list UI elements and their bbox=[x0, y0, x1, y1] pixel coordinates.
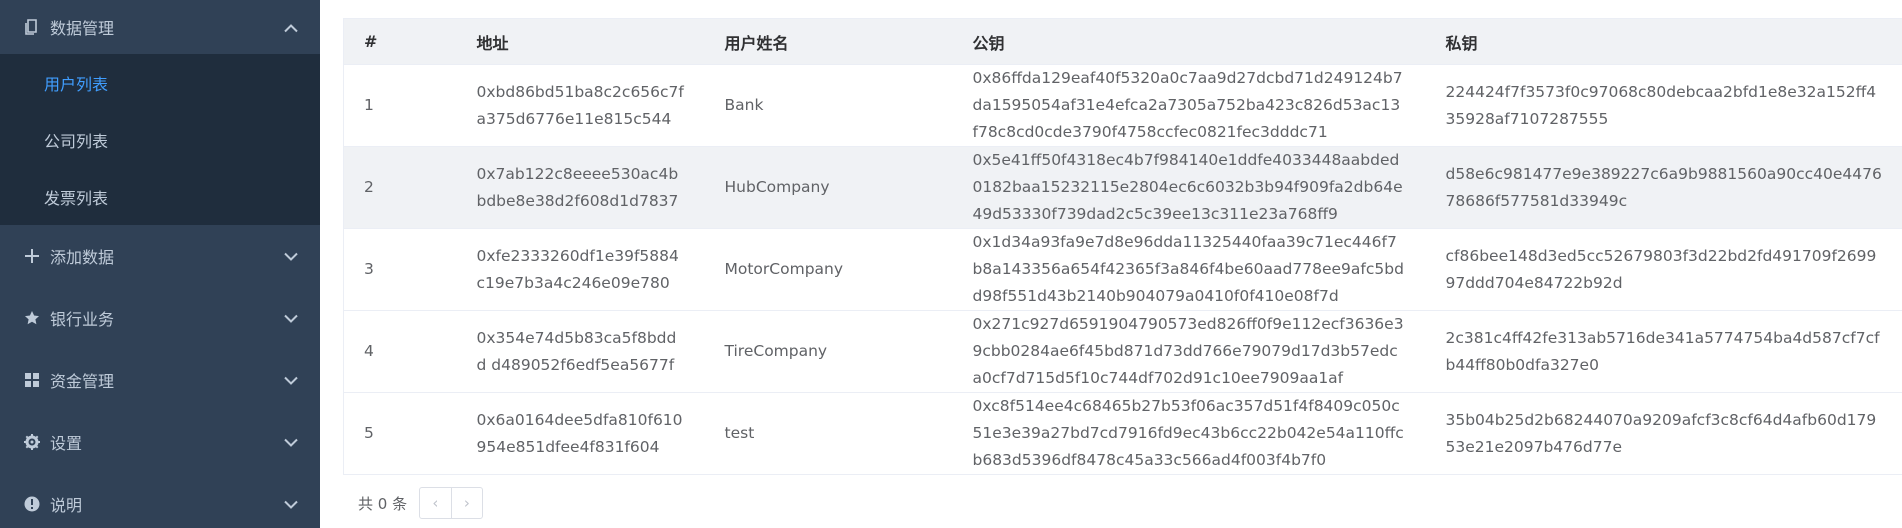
gear-icon bbox=[22, 434, 42, 450]
menu-label: 银行业务 bbox=[50, 310, 115, 329]
chevron-down-icon bbox=[284, 371, 298, 390]
submenu-item-label: 发票列表 bbox=[44, 188, 109, 208]
menu-data-management[interactable]: 数据管理 bbox=[0, 0, 320, 54]
submenu-item-invoice-list[interactable]: 发票列表 bbox=[0, 168, 320, 225]
cell-name: MotorCompany bbox=[704, 228, 953, 311]
cell-index: 4 bbox=[343, 310, 457, 393]
cell-private-key: 224424f7f3573f0c97068c80debcaa2bfd1e8e32… bbox=[1425, 64, 1902, 147]
submenu-item-company-list[interactable]: 公司列表 bbox=[0, 111, 320, 168]
cell-index: 2 bbox=[343, 146, 457, 229]
menu-bank-business[interactable]: 银行业务 bbox=[0, 287, 320, 349]
chevron-down-icon bbox=[284, 495, 298, 514]
submenu-item-label: 用户列表 bbox=[44, 74, 109, 94]
cell-private-key: cf86bee148d3ed5cc52679803f3d22bd2fd49170… bbox=[1425, 228, 1902, 311]
cell-address: 0xbd86bd51ba8c2c656c7fa375d6776e11e815c5… bbox=[456, 64, 705, 147]
main-content: # 地址 用户姓名 公钥 私钥 1 0xbd86bd51ba8c2c656c7f… bbox=[320, 0, 1902, 528]
info-icon bbox=[22, 496, 42, 512]
cell-name: HubCompany bbox=[704, 146, 953, 229]
table-row[interactable]: 1 0xbd86bd51ba8c2c656c7fa375d6776e11e815… bbox=[343, 64, 1902, 147]
next-page-button[interactable]: › bbox=[450, 488, 483, 518]
menu-label: 添加数据 bbox=[50, 248, 115, 267]
menu-settings[interactable]: 设置 bbox=[0, 411, 320, 473]
cell-private-key: 35b04b25d2b68244070a9209afcf3c8cf64d4afb… bbox=[1425, 392, 1902, 475]
column-header-public-key: 公钥 bbox=[952, 18, 1426, 65]
menu-fund-management[interactable]: 资金管理 bbox=[0, 349, 320, 411]
column-header-address: 地址 bbox=[456, 18, 705, 65]
menu-label: 设置 bbox=[50, 434, 83, 453]
column-header-username: 用户姓名 bbox=[704, 18, 953, 65]
table-row[interactable]: 2 0x7ab122c8eeee530ac4bbdbe8e38d2f608d1d… bbox=[343, 146, 1902, 229]
column-header-index: # bbox=[343, 18, 457, 65]
chevron-down-icon bbox=[284, 433, 298, 452]
chevron-down-icon bbox=[284, 247, 298, 266]
cell-address: 0x354e74d5b83ca5f8bddd d489052f6edf5ea56… bbox=[456, 310, 705, 393]
chevron-down-icon bbox=[284, 309, 298, 328]
cell-public-key: 0x1d34a93fa9e7d8e96dda11325440faa39c71ec… bbox=[952, 228, 1426, 311]
sidebar: 数据管理 用户列表 公司列表 发票列表 添加数据 银行业务 资金管理 设置 说明 bbox=[0, 0, 320, 528]
cell-name: test bbox=[704, 392, 953, 475]
table-header-row: # 地址 用户姓名 公钥 私钥 bbox=[343, 18, 1902, 65]
cell-name: TireCompany bbox=[704, 310, 953, 393]
menu-label: 说明 bbox=[50, 496, 83, 515]
plus-icon bbox=[22, 248, 42, 264]
submenu-item-label: 公司列表 bbox=[44, 131, 109, 151]
submenu-item-user-list[interactable]: 用户列表 bbox=[0, 54, 320, 111]
cell-public-key: 0x86ffda129eaf40f5320a0c7aa9d27dcbd71d24… bbox=[952, 64, 1426, 147]
cell-public-key: 0x271c927d6591904790573ed826ff0f9e112ecf… bbox=[952, 310, 1426, 393]
table-row[interactable]: 5 0x6a0164dee5dfa810f610954e851dfee4f831… bbox=[343, 392, 1902, 475]
cell-index: 3 bbox=[343, 228, 457, 311]
star-icon bbox=[22, 310, 42, 326]
cell-public-key: 0x5e41ff50f4318ec4b7f984140e1ddfe4033448… bbox=[952, 146, 1426, 229]
cell-index: 1 bbox=[343, 64, 457, 147]
cell-private-key: d58e6c981477e9e389227c6a9b9881560a90cc40… bbox=[1425, 146, 1902, 229]
cell-address: 0x6a0164dee5dfa810f610954e851dfee4f831f6… bbox=[456, 392, 705, 475]
cell-name: Bank bbox=[704, 64, 953, 147]
cell-private-key: 2c381c4ff42fe313ab5716de341a5774754ba4d5… bbox=[1425, 310, 1902, 393]
document-icon bbox=[22, 19, 42, 35]
grid-icon bbox=[22, 372, 42, 388]
prev-page-button[interactable]: ‹ bbox=[420, 488, 451, 518]
cell-address: 0xfe2333260df1e39f5884c19e7b3a4c246e09e7… bbox=[456, 228, 705, 311]
table-row[interactable]: 4 0x354e74d5b83ca5f8bddd d489052f6edf5ea… bbox=[343, 310, 1902, 393]
cell-index: 5 bbox=[343, 392, 457, 475]
menu-label: 数据管理 bbox=[50, 19, 115, 38]
pagination-total: 共 0 条 bbox=[358, 494, 408, 513]
user-table: # 地址 用户姓名 公钥 私钥 1 0xbd86bd51ba8c2c656c7f… bbox=[343, 18, 1902, 475]
table-row[interactable]: 3 0xfe2333260df1e39f5884c19e7b3a4c246e09… bbox=[343, 228, 1902, 311]
menu-add-data[interactable]: 添加数据 bbox=[0, 225, 320, 287]
menu-description[interactable]: 说明 bbox=[0, 473, 320, 528]
cell-public-key: 0xc8f514ee4c68465b27b53f06ac357d51f4f840… bbox=[952, 392, 1426, 475]
pagination: 共 0 条 ‹ › bbox=[358, 487, 484, 519]
chevron-up-icon bbox=[284, 18, 298, 37]
column-header-private-key: 私钥 bbox=[1425, 18, 1902, 65]
submenu-data-management: 用户列表 公司列表 发票列表 bbox=[0, 54, 320, 225]
menu-label: 资金管理 bbox=[50, 372, 115, 391]
pager: ‹ › bbox=[419, 487, 484, 519]
cell-address: 0x7ab122c8eeee530ac4bbdbe8e38d2f608d1d78… bbox=[456, 146, 705, 229]
